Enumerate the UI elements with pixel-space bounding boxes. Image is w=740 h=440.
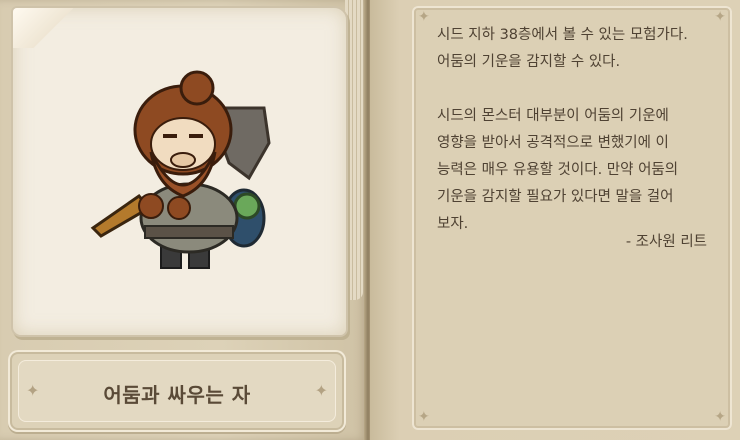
corner-ornament-icon: ✦ (418, 409, 430, 425)
character-title: 어둠과 싸우는 자 (103, 383, 251, 407)
portrait-frame (11, 6, 348, 337)
description-line: 어둠의 기운을 감지할 수 있다. (437, 54, 621, 70)
title-plate: ✦ ✦ 어둠과 싸우는 자 (8, 350, 346, 432)
description-text: 시드 지하 38층에서 볼 수 있는 모험가다. 어둠의 기운을 감지할 수 있… (437, 22, 721, 238)
book-ui: ✦ ✦ 어둠과 싸우는 자 ✦ ✦ ✦ ✦ 시드 지하 38층에서 볼 수 있는… (0, 0, 740, 440)
description-line: 기운을 감지할 필요가 있다면 말을 걸어 (437, 189, 674, 205)
description-line: 영향을 받아서 공격적으로 변했기에 이 (437, 135, 669, 151)
description-line: 시드의 몬스터 대부분이 어둠의 기운에 (437, 108, 669, 124)
description-line: 능력은 매우 유용할 것이다. 만약 어둠의 (437, 162, 679, 178)
dwarf-warrior-icon (90, 70, 271, 269)
signature: - 조사원 리트 (625, 234, 707, 250)
corner-ornament-icon: ✦ (714, 409, 726, 425)
description-line: 시드 지하 38층에서 볼 수 있는 모험가다. (437, 27, 688, 43)
corner-ornament-icon: ✦ (418, 9, 430, 25)
